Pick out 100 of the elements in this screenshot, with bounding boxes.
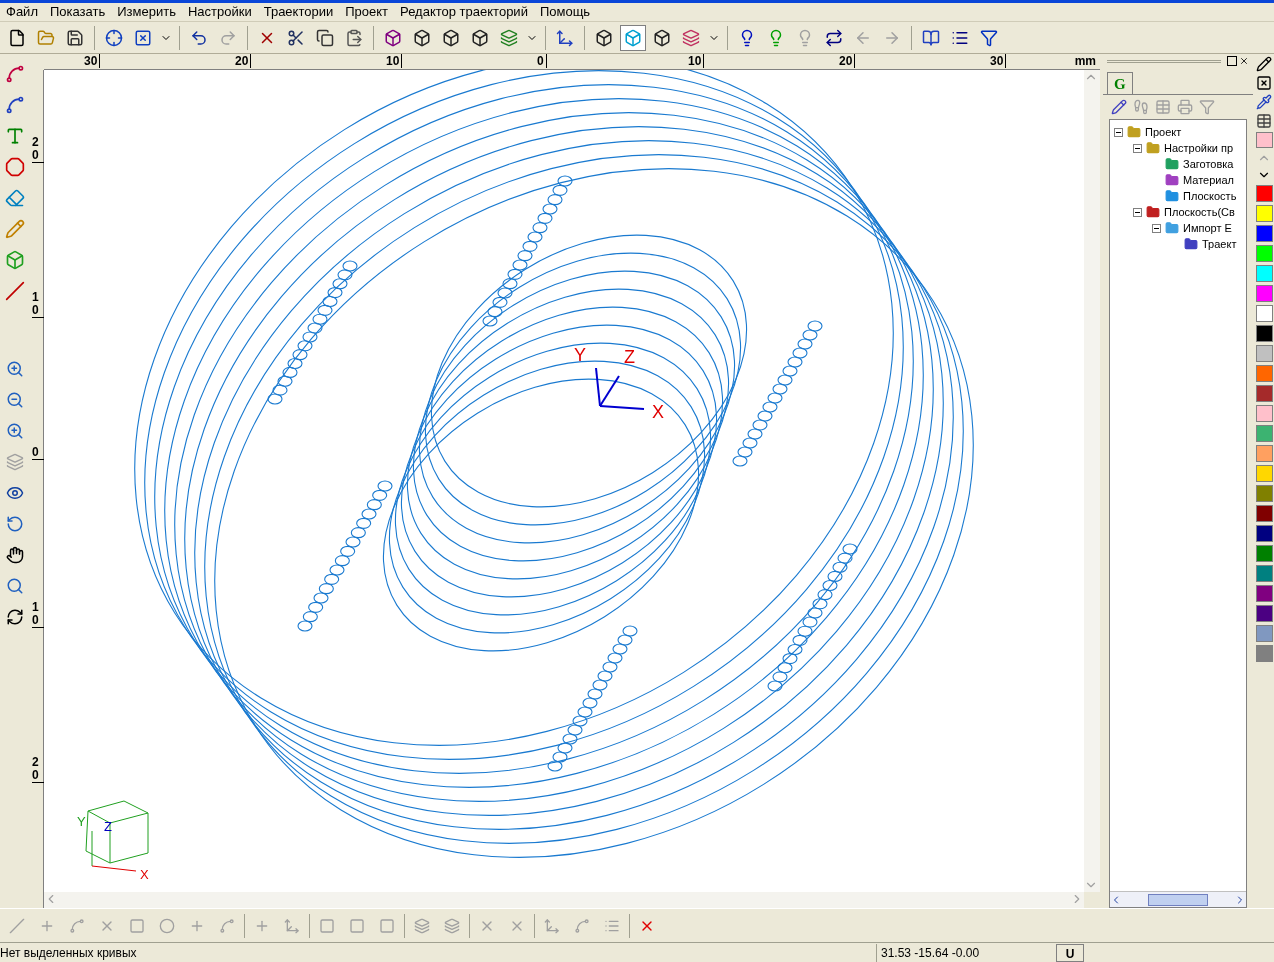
edit-tool-icon [284, 917, 300, 934]
color-swatch[interactable] [1255, 585, 1273, 602]
paste-icon [345, 28, 363, 47]
color-swatch[interactable] [1255, 445, 1273, 462]
tree-scrollbar[interactable] [1110, 891, 1246, 907]
ruler-label: 20 [839, 54, 856, 68]
color-swatch[interactable] [1255, 305, 1273, 322]
undo-icon [190, 28, 208, 47]
menu-item[interactable]: Помощь [533, 2, 597, 22]
close-icon [1239, 56, 1249, 66]
vertical-scrollbar[interactable] [1084, 70, 1100, 892]
view-cube-icon [85, 800, 149, 872]
expander-toggle[interactable] [1152, 223, 1161, 233]
drawing-canvas[interactable]: Y Z X Y Z X [44, 70, 1084, 892]
color-swatch[interactable] [1255, 365, 1273, 382]
menu-item[interactable]: Настройки [181, 2, 258, 22]
edit-tool-icon [444, 917, 460, 934]
octagon-icon [5, 157, 25, 177]
color-swatch[interactable] [1255, 205, 1273, 222]
expander-toggle[interactable] [1133, 207, 1142, 217]
color-swatch[interactable] [1255, 185, 1273, 202]
tree-item[interactable]: Настройки пр [1164, 139, 1234, 157]
color-swatch[interactable] [1255, 565, 1273, 582]
tree-item[interactable]: Плоскость(Св [1164, 203, 1235, 221]
color-swatch[interactable] [1255, 325, 1273, 342]
ruler-label: 30 [990, 54, 1007, 68]
cube-icon [442, 28, 460, 47]
edit-tool-icon [574, 917, 590, 934]
color-swatch[interactable] [1255, 645, 1273, 662]
color-swatch[interactable] [1255, 505, 1273, 522]
close-button[interactable] [1239, 56, 1249, 66]
zoom-icon [6, 577, 24, 595]
menu-item[interactable]: Файл [0, 2, 44, 22]
refresh-icon [6, 608, 24, 626]
tree-item[interactable]: Импорт E [1183, 219, 1232, 237]
color-swatch[interactable] [1255, 265, 1273, 282]
unit-button[interactable]: U [1056, 943, 1084, 962]
edit-tool-icon [69, 917, 85, 934]
color-swatch[interactable] [1255, 605, 1273, 622]
color-swatch[interactable] [1255, 385, 1273, 402]
pencil-tool[interactable] [3, 217, 27, 241]
table-icon [1155, 99, 1171, 115]
eraser-icon [5, 188, 25, 208]
color-swatch[interactable] [1255, 625, 1273, 642]
copy-icon [316, 28, 334, 47]
cube-icon [653, 28, 671, 47]
rotate-view-icon [6, 515, 24, 533]
tree-item[interactable]: Плоскость [1183, 187, 1237, 205]
ruler-label: 30 [84, 54, 101, 68]
tree-item[interactable]: Траект [1202, 235, 1237, 253]
menu-item[interactable]: Траектории [257, 2, 340, 22]
current-color-swatch [1255, 132, 1273, 148]
color-swatch[interactable] [1255, 345, 1273, 362]
color-swatch[interactable] [1255, 485, 1273, 502]
tree-item[interactable]: Проект [1145, 123, 1182, 141]
color-swatch[interactable] [1255, 465, 1273, 482]
axes-triad-icon [595, 367, 645, 410]
color-swatch[interactable] [1255, 525, 1273, 542]
menu-item[interactable]: Измерить [111, 2, 182, 22]
book-icon [922, 28, 940, 47]
axis-label: Z [104, 819, 112, 834]
color-swatch[interactable] [1255, 545, 1273, 562]
ruler-label: 0 [537, 54, 547, 68]
pipette-icon [1256, 94, 1272, 110]
octagon-tool[interactable] [3, 155, 27, 179]
expander-toggle[interactable] [1133, 143, 1142, 153]
menu-item[interactable]: Проект [339, 2, 395, 22]
edit-tool-icon [414, 917, 430, 934]
ruler-unit: mm [1074, 54, 1096, 68]
axis-label: Z [624, 347, 635, 367]
new-file-icon [8, 28, 26, 47]
menu-item[interactable]: Редактор траекторий [394, 2, 534, 22]
zoom-out-icon [6, 391, 24, 409]
frame-icon [134, 28, 152, 47]
cut-icon [287, 28, 305, 47]
ruler-label: 10 [386, 54, 403, 68]
redo-icon [219, 28, 237, 47]
cube-icon [471, 28, 489, 47]
print-icon [1177, 99, 1193, 115]
expander-toggle[interactable] [1114, 127, 1123, 137]
cube-icon [413, 28, 431, 47]
edit-tool-icon [219, 917, 235, 934]
filter-icon [980, 28, 998, 47]
grid-icon [1256, 113, 1272, 129]
tree-item[interactable]: Заготовка [1183, 155, 1234, 173]
color-swatch[interactable] [1255, 425, 1273, 442]
save-icon [66, 28, 84, 47]
restore-button[interactable] [1227, 56, 1237, 66]
color-swatch[interactable] [1255, 285, 1273, 302]
tree-item[interactable]: Материал [1183, 171, 1234, 189]
axis-label: Y [77, 814, 86, 829]
color-swatch[interactable] [1255, 405, 1273, 422]
no-fill-icon [1256, 75, 1272, 91]
color-swatch[interactable] [1255, 225, 1273, 242]
panel-tab[interactable]: G [1107, 72, 1133, 94]
horizontal-scrollbar[interactable] [44, 892, 1084, 908]
pencil-icon [5, 219, 25, 239]
color-swatch[interactable] [1255, 245, 1273, 262]
axes-icon [556, 28, 574, 47]
menu-item[interactable]: Показать [43, 2, 112, 22]
